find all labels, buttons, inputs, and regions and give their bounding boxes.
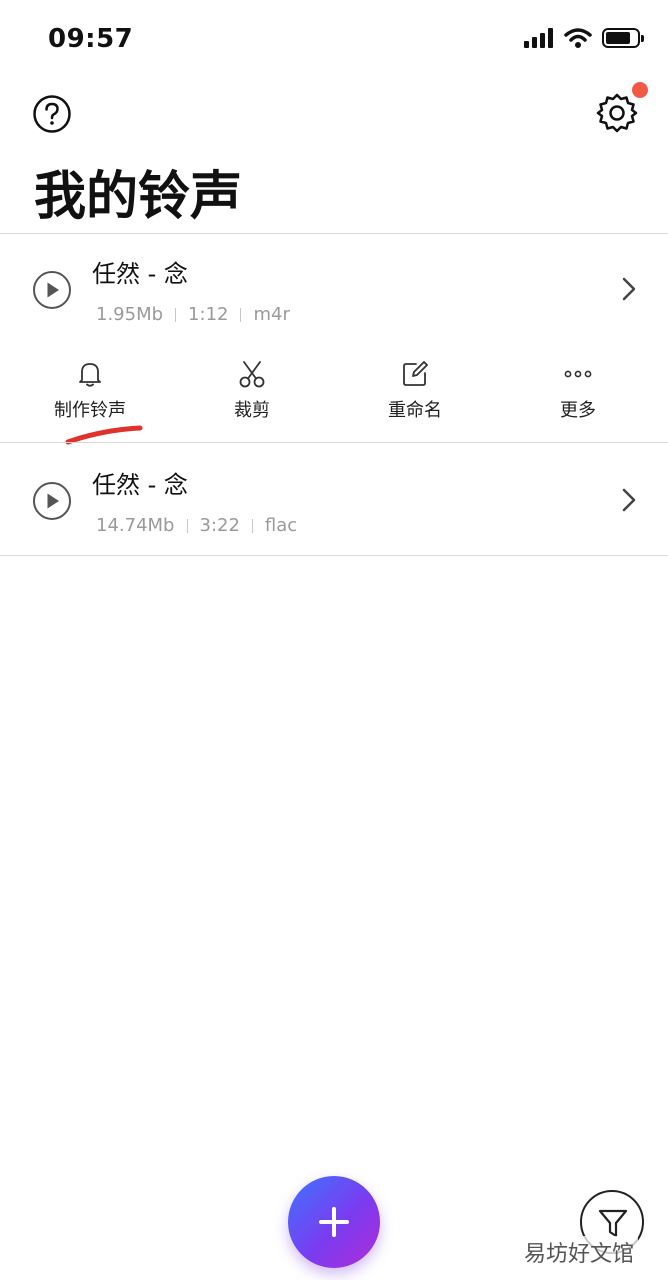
trim-label: 裁剪 [234, 400, 270, 421]
song-duration: 1:12 [188, 304, 229, 325]
battery-icon [602, 28, 644, 48]
battery-level [606, 32, 630, 44]
song-duration: 3:22 [199, 515, 240, 536]
song-size: 14.74Mb [96, 515, 175, 536]
meta-separator [240, 307, 242, 322]
make-ringtone-button[interactable]: 制作铃声 [20, 360, 160, 422]
edit-icon [403, 361, 428, 386]
watermark-text: 易坊好文馆 [520, 1236, 639, 1268]
settings-gear-icon[interactable] [596, 92, 638, 134]
song-format: flac [264, 515, 298, 536]
chevron-right-icon[interactable] [620, 276, 638, 302]
status-icons [524, 28, 644, 48]
add-ringtone-button[interactable] [288, 1176, 380, 1268]
notification-dot [632, 82, 648, 98]
play-icon[interactable] [32, 481, 72, 521]
page-title: 我的铃声 [34, 167, 243, 227]
song-meta: 14.74Mb 3:22 flac [96, 515, 297, 536]
song-row[interactable]: 任然 - 念 14.74Mb 3:22 flac [0, 443, 668, 553]
bell-icon [79, 363, 101, 387]
meta-separator [175, 307, 177, 322]
song-size: 1.95Mb [96, 304, 164, 325]
status-time: 09:57 [48, 24, 134, 54]
trim-button[interactable]: 裁剪 [182, 360, 322, 422]
rename-button[interactable]: 重命名 [345, 360, 485, 422]
more-button[interactable]: 更多 [508, 360, 648, 422]
more-icon [564, 370, 592, 378]
signal-icon [524, 28, 553, 48]
more-label: 更多 [560, 400, 596, 421]
rename-label: 重命名 [388, 400, 442, 421]
meta-separator [251, 518, 253, 533]
help-icon[interactable] [32, 94, 72, 134]
song-meta: 1.95Mb 1:12 m4r [96, 304, 290, 325]
make-ringtone-label: 制作铃声 [54, 400, 126, 421]
song-title: 任然 - 念 [92, 471, 188, 499]
song-title: 任然 - 念 [92, 260, 188, 288]
wifi-icon [564, 28, 592, 48]
play-icon[interactable] [32, 270, 72, 310]
chevron-right-icon[interactable] [620, 487, 638, 513]
meta-separator [186, 518, 188, 533]
plus-icon [319, 1207, 349, 1237]
list-bottom-divider [0, 555, 668, 556]
song-format: m4r [253, 304, 290, 325]
song-row[interactable]: 任然 - 念 1.95Mb 1:12 m4r [0, 234, 668, 344]
scissors-icon [239, 361, 265, 388]
status-bar: 09:57 [0, 0, 668, 80]
